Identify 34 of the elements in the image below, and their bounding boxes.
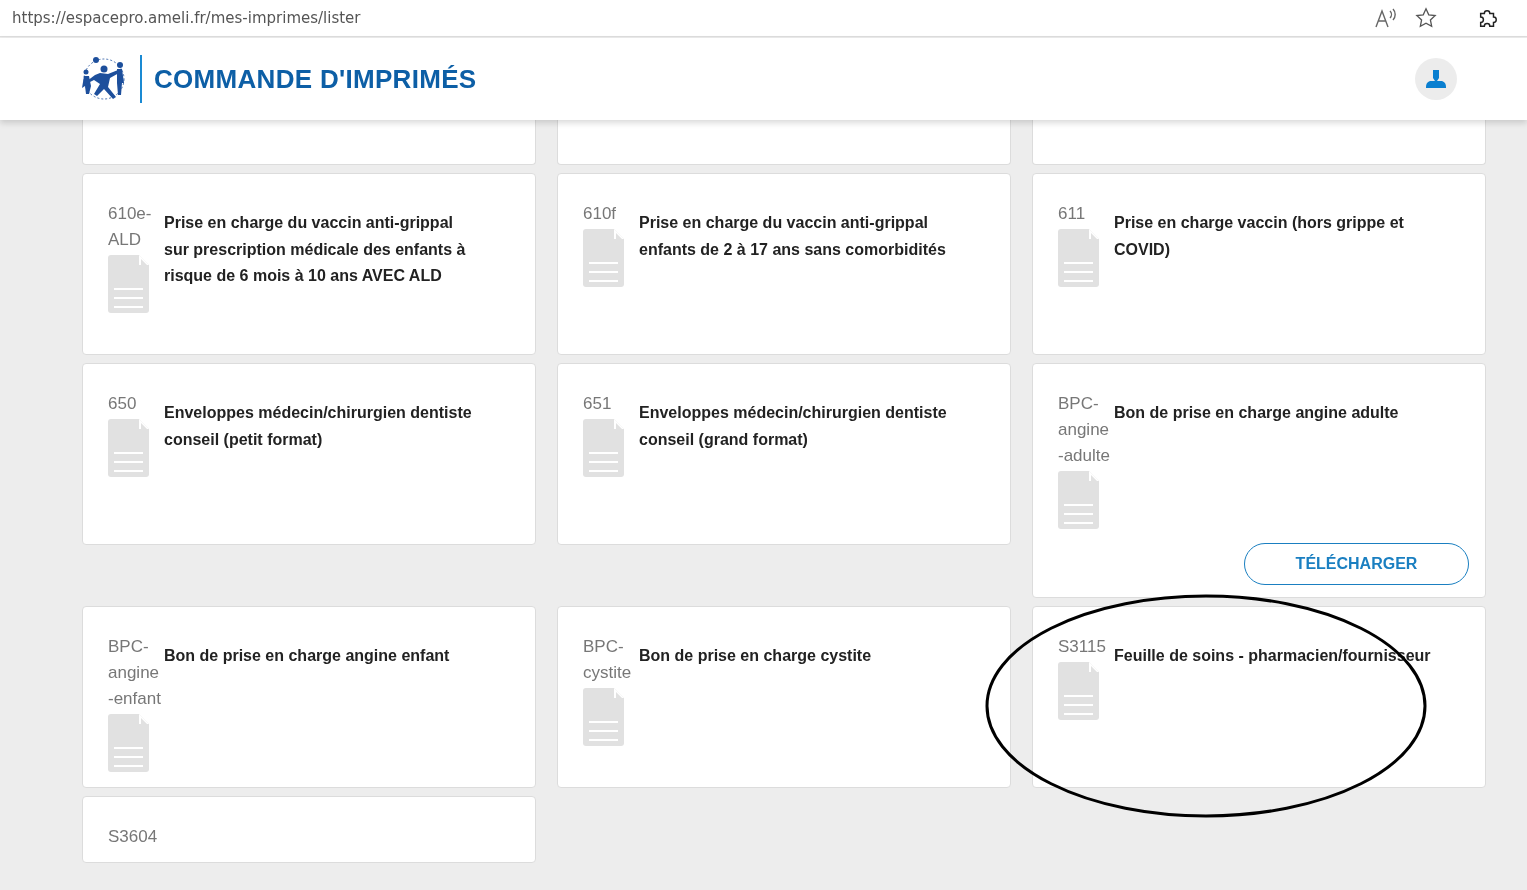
form-code: 610e-ALD bbox=[108, 203, 153, 251]
document-icon bbox=[1058, 471, 1099, 529]
document-icon bbox=[583, 419, 624, 477]
form-code: BPC-angine-adulte bbox=[1058, 393, 1111, 467]
form-title: Bon de prise en charge angine enfant bbox=[164, 646, 450, 666]
form-code: 650 bbox=[108, 393, 138, 415]
user-avatar[interactable] bbox=[1415, 58, 1457, 100]
logo-icon bbox=[80, 56, 128, 102]
form-title: Bon de prise en charge angine adulte bbox=[1114, 403, 1399, 423]
form-title: Prise en charge du vaccin anti-grippal enfants de 2 à 17 ans sans comorbidités bbox=[639, 213, 947, 260]
form-code: S3604 bbox=[108, 826, 159, 848]
document-icon bbox=[1058, 229, 1099, 287]
form-code: 611 bbox=[1058, 203, 1087, 225]
form-title: Enveloppes médecin/chirurgien dentiste conseil (grand format) bbox=[639, 403, 948, 450]
form-code: S3115 bbox=[1058, 636, 1107, 658]
form-code: 610f bbox=[583, 203, 618, 225]
star-icon[interactable] bbox=[1415, 7, 1437, 29]
download-button[interactable]: TÉLÉCHARGER bbox=[1244, 543, 1469, 585]
document-icon bbox=[108, 255, 149, 313]
extension-icon[interactable] bbox=[1477, 7, 1499, 29]
form-code: 651 bbox=[583, 393, 613, 415]
form-title: Prise en charge vaccin (hors grippe et COVID) bbox=[1114, 213, 1405, 260]
document-icon bbox=[1058, 662, 1099, 720]
document-icon bbox=[583, 229, 624, 287]
page-title: COMMANDE D'IMPRIMÉS bbox=[154, 63, 478, 95]
form-code: BPC-cystite bbox=[583, 636, 633, 684]
document-icon bbox=[108, 714, 149, 772]
form-title: Prise en charge du vaccin anti-grippal sur prescription médicale des enfants à risque de 6 mois à 10 ans AVEC ALD bbox=[164, 213, 467, 286]
form-title: Bon de prise en charge cystite bbox=[639, 646, 872, 666]
document-icon bbox=[583, 688, 624, 746]
document-icon bbox=[108, 419, 149, 477]
read-aloud-icon[interactable] bbox=[1375, 8, 1397, 28]
form-code: BPC-angine-enfant bbox=[108, 636, 162, 710]
form-title: Enveloppes médecin/chirurgien dentiste conseil (petit format) bbox=[164, 403, 473, 450]
